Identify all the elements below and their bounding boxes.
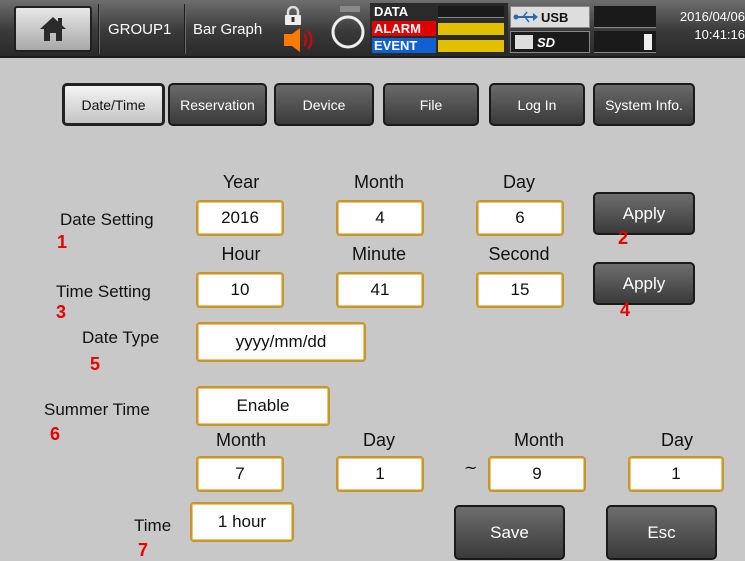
- start-month-header: Month: [215, 430, 267, 450]
- sd-card-icon: [515, 35, 533, 49]
- time-offset-field[interactable]: 1 hour: [190, 502, 294, 542]
- hour-field[interactable]: 10: [196, 272, 284, 308]
- marker-4: 4: [620, 300, 631, 320]
- end-day-field[interactable]: 1: [628, 456, 724, 492]
- sd-icon: SD: [537, 34, 556, 50]
- time-offset-label: Time: [134, 516, 172, 535]
- status-alarm-bar: [438, 23, 504, 35]
- second-header: Second: [488, 244, 550, 264]
- top-bar: GROUP1 Bar Graph DATA ALARM EVENT USB SD…: [0, 0, 745, 58]
- start-day-header: Day: [362, 430, 395, 450]
- clock-date: 2016/04/06: [679, 9, 745, 24]
- media-status: USB SD: [508, 3, 660, 55]
- minute-field[interactable]: 41: [336, 272, 424, 308]
- start-month-field[interactable]: 7: [196, 456, 284, 492]
- month-field[interactable]: 4: [336, 200, 424, 236]
- tab-reservation[interactable]: Reservation: [168, 83, 267, 126]
- record-indicator: [326, 6, 370, 52]
- tab-device[interactable]: Device: [274, 83, 374, 126]
- start-day-field[interactable]: 1: [336, 456, 424, 492]
- home-icon: [40, 17, 66, 41]
- summer-time-field[interactable]: Enable: [196, 386, 330, 426]
- month-header: Month: [353, 172, 405, 192]
- status-row-alarm: ALARM: [372, 21, 506, 36]
- status-data-label: DATA: [372, 4, 436, 19]
- status-row-event: EVENT: [372, 38, 506, 53]
- range-separator: ~: [464, 458, 478, 477]
- hour-header: Hour: [221, 244, 261, 264]
- marker-7: 7: [138, 540, 149, 560]
- sd-level-bar: [594, 31, 656, 53]
- end-day-header: Day: [660, 430, 693, 450]
- date-setting-label: Date Setting: [60, 210, 154, 229]
- marker-6: 6: [50, 424, 61, 444]
- tab-file[interactable]: File: [383, 83, 479, 126]
- tab-log-in[interactable]: Log In: [489, 83, 585, 126]
- speaker-icon[interactable]: [282, 28, 318, 52]
- year-field[interactable]: 2016: [196, 200, 284, 236]
- sd-status: SD: [510, 31, 590, 53]
- status-alarm-label: ALARM: [372, 21, 436, 36]
- day-field[interactable]: 6: [476, 200, 564, 236]
- end-month-field[interactable]: 9: [488, 456, 586, 492]
- status-block: DATA ALARM EVENT: [370, 3, 508, 55]
- esc-button[interactable]: Esc: [606, 505, 717, 560]
- dial-icon: [331, 6, 365, 49]
- time-setting-label: Time Setting: [56, 282, 151, 301]
- marker-1: 1: [57, 232, 68, 252]
- usb-status: USB: [510, 6, 590, 28]
- day-header: Day: [502, 172, 535, 192]
- save-button[interactable]: Save: [454, 505, 565, 560]
- date-type-field[interactable]: yyyy/mm/dd: [196, 322, 366, 362]
- second-field[interactable]: 15: [476, 272, 564, 308]
- marker-3: 3: [56, 302, 67, 322]
- marker-2: 2: [618, 228, 629, 248]
- date-apply-button[interactable]: Apply: [593, 192, 695, 235]
- summer-time-label: Summer Time: [44, 400, 150, 419]
- tab-system-info[interactable]: System Info.: [593, 83, 695, 126]
- status-event-bar: [438, 40, 504, 52]
- view-label[interactable]: Bar Graph: [193, 0, 262, 58]
- status-row-data: DATA: [372, 4, 506, 19]
- lock-speaker-area: [282, 4, 322, 54]
- usb-icon: [513, 11, 538, 23]
- time-apply-button[interactable]: Apply: [593, 262, 695, 305]
- status-data-bar: [438, 6, 504, 18]
- date-type-label: Date Type: [82, 328, 160, 347]
- status-event-label: EVENT: [372, 38, 436, 53]
- marker-5: 5: [90, 354, 101, 374]
- home-button[interactable]: [14, 6, 92, 52]
- year-header: Year: [222, 172, 260, 192]
- clock: 2016/04/06 10:41:16: [662, 8, 745, 44]
- minute-header: Minute: [351, 244, 407, 264]
- separator: [184, 4, 186, 54]
- clock-time: 10:41:16: [694, 27, 745, 42]
- usb-label: USB: [541, 9, 569, 25]
- end-month-header: Month: [513, 430, 565, 450]
- usb-level-bar: [594, 6, 656, 28]
- separator: [98, 4, 100, 54]
- lock-icon[interactable]: [282, 6, 304, 26]
- group-label[interactable]: GROUP1: [108, 0, 171, 58]
- tab-date-time[interactable]: Date/Time: [62, 83, 165, 126]
